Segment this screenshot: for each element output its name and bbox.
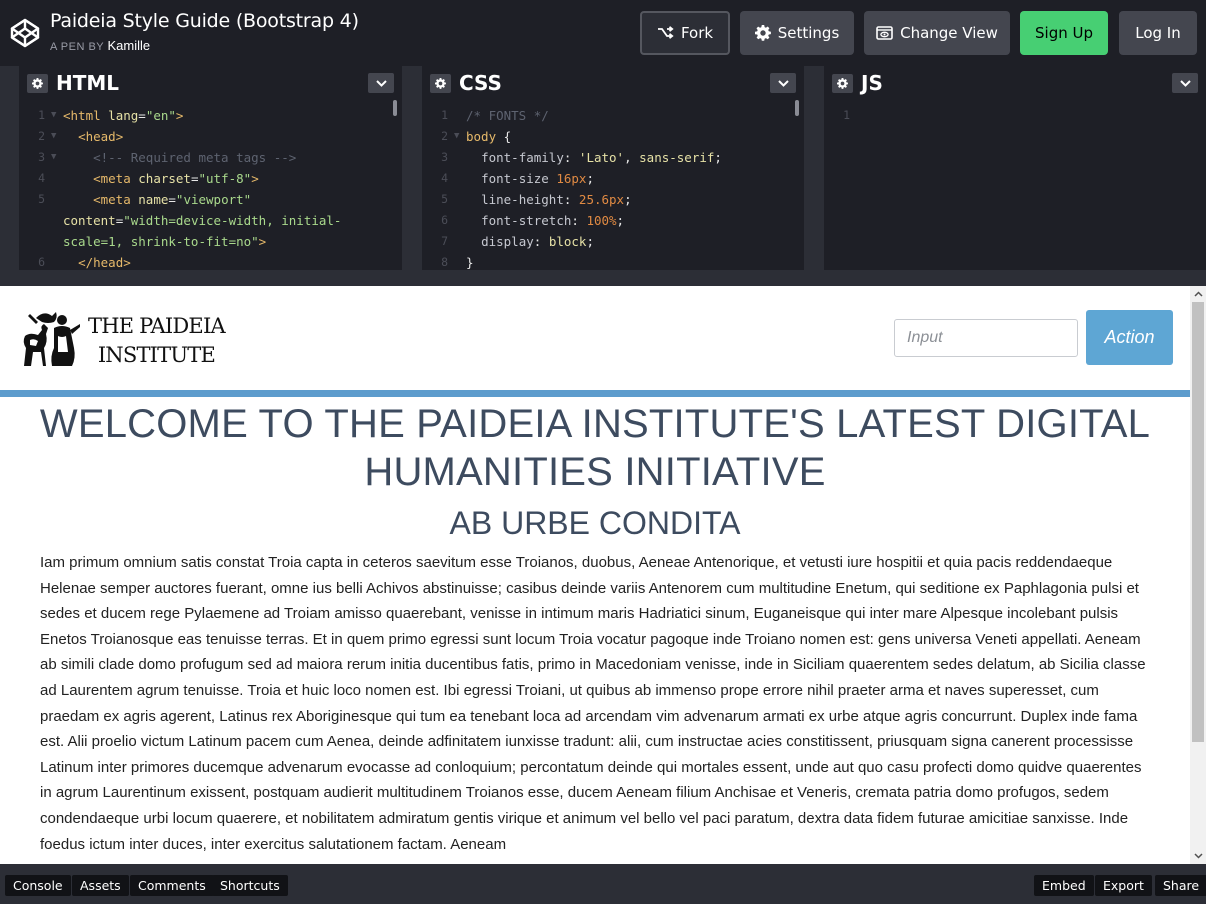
- line-number: 2: [441, 129, 448, 143]
- js-collapse-button[interactable]: [1172, 73, 1198, 93]
- fold-arrow-icon[interactable]: ▼: [51, 147, 56, 168]
- html-code-area[interactable]: 1 ▼ <html lang="en"> 2 ▼ <head> 3 ▼ <!-- Req…: [19, 102, 402, 270]
- chevron-down-icon: [1179, 79, 1191, 87]
- brand-line-2: INSTITUTE: [97, 343, 216, 367]
- byline-prefix: A PEN BY: [50, 41, 104, 53]
- line-number: 5: [38, 192, 45, 206]
- css-code-area[interactable]: 1/* FONTS */ 2 ▼ body { 3 font-family: 'La…: [422, 102, 804, 270]
- line-number: 7: [441, 234, 448, 248]
- export-button[interactable]: Export: [1095, 875, 1152, 896]
- paideia-logo-image[interactable]: [18, 308, 82, 368]
- fold-arrow-icon[interactable]: ▼: [454, 126, 459, 147]
- shortcuts-button[interactable]: Shortcuts: [212, 875, 288, 896]
- js-code-area[interactable]: 1: [824, 102, 1206, 270]
- scrollbar-thumb[interactable]: [1192, 302, 1204, 742]
- embed-button[interactable]: Embed: [1034, 875, 1094, 896]
- html-editor-title: HTML: [56, 71, 120, 95]
- settings-label: Settings: [777, 24, 840, 42]
- html-editor[interactable]: HTML 1 ▼ <html lang="en"> 2 ▼ <head> 3 ▼ <!-…: [19, 66, 402, 270]
- footer-bar: Console Assets Comments Shortcuts Embed …: [0, 864, 1206, 904]
- page-headline: WELCOME TO THE PAIDEIA INSTITUTE'S LATES…: [39, 402, 1151, 494]
- fork-icon: [657, 26, 674, 39]
- fork-label: Fork: [680, 24, 714, 42]
- console-button[interactable]: Console: [5, 875, 71, 896]
- css-editor[interactable]: CSS 1/* FONTS */ 2 ▼ body { 3 font-family:…: [422, 66, 804, 270]
- line-number: 6: [441, 213, 448, 227]
- css-settings-button[interactable]: [430, 74, 451, 93]
- chevron-down-icon: [777, 79, 789, 87]
- html-editor-scrollbar[interactable]: [393, 100, 397, 116]
- html-editor-header: HTML: [19, 66, 402, 102]
- preview-input-field[interactable]: [894, 319, 1078, 357]
- line-number: 1: [38, 108, 45, 122]
- change-view-label: Change View: [900, 24, 998, 42]
- js-editor[interactable]: JS 1: [824, 66, 1206, 270]
- change-view-icon: [876, 26, 893, 40]
- change-view-button[interactable]: Change View: [864, 11, 1010, 55]
- js-editor-header: JS: [824, 66, 1206, 102]
- gear-icon: [754, 25, 771, 41]
- body-paragraph: Iam primum omnium satis constat Troia ca…: [40, 554, 1146, 853]
- line-number: 3: [38, 150, 45, 164]
- js-editor-title: JS: [861, 71, 883, 95]
- js-settings-button[interactable]: [832, 74, 853, 93]
- pen-title: Paideia Style Guide (Bootstrap 4): [50, 10, 359, 32]
- editor-panes: HTML 1 ▼ <html lang="en"> 2 ▼ <head> 3 ▼ <!-…: [0, 66, 1206, 286]
- assets-button[interactable]: Assets: [72, 875, 129, 896]
- html-settings-button[interactable]: [27, 74, 48, 93]
- chevron-down-icon: [375, 79, 387, 87]
- css-editor-header: CSS: [422, 66, 804, 102]
- action-button[interactable]: Action: [1086, 310, 1173, 365]
- preview-scrollbar[interactable]: [1190, 286, 1206, 864]
- gear-icon: [837, 78, 848, 89]
- scroll-up-icon[interactable]: [1190, 287, 1206, 301]
- line-number: 4: [38, 171, 45, 185]
- css-editor-title: CSS: [459, 71, 502, 95]
- log-in-button[interactable]: Log In: [1119, 11, 1197, 55]
- css-editor-scrollbar[interactable]: [795, 100, 799, 116]
- codepen-logo-icon[interactable]: [9, 17, 41, 49]
- top-header: Paideia Style Guide (Bootstrap 4) A PEN …: [0, 0, 1206, 66]
- line-number: 1: [843, 108, 850, 122]
- preview-navbar: THE PAIDEIA INSTITUTE Action: [0, 286, 1190, 390]
- line-number: 4: [441, 171, 448, 185]
- settings-button[interactable]: Settings: [740, 11, 854, 55]
- line-number: 6: [38, 255, 45, 269]
- sign-up-label: Sign Up: [1035, 24, 1093, 42]
- sign-up-button[interactable]: Sign Up: [1020, 11, 1108, 55]
- fold-arrow-icon[interactable]: ▼: [51, 126, 56, 147]
- line-number: 5: [441, 192, 448, 206]
- line-number: 3: [441, 150, 448, 164]
- comments-button[interactable]: Comments: [130, 875, 214, 896]
- header-divider: [0, 390, 1190, 397]
- gear-icon: [32, 78, 43, 89]
- fold-arrow-icon[interactable]: ▼: [51, 105, 56, 126]
- scroll-down-icon[interactable]: [1190, 849, 1206, 863]
- author-link[interactable]: Kamille: [108, 38, 151, 53]
- fork-button[interactable]: Fork: [640, 11, 730, 55]
- html-collapse-button[interactable]: [368, 73, 394, 93]
- share-button[interactable]: Share: [1155, 875, 1206, 896]
- pen-byline: A PEN BY Kamille: [50, 38, 150, 53]
- css-collapse-button[interactable]: [770, 73, 796, 93]
- result-preview: THE PAIDEIA INSTITUTE Action WELCOME TO …: [0, 286, 1206, 864]
- brand-line-1: THE PAIDEIA: [88, 314, 226, 338]
- gear-icon: [435, 78, 446, 89]
- line-number: 2: [38, 129, 45, 143]
- page-subheading: AB URBE CONDITA: [449, 505, 741, 541]
- line-number: 1: [441, 108, 448, 122]
- line-number: 8: [441, 255, 448, 269]
- log-in-label: Log In: [1135, 24, 1181, 42]
- brand-name[interactable]: THE PAIDEIA INSTITUTE: [88, 312, 226, 370]
